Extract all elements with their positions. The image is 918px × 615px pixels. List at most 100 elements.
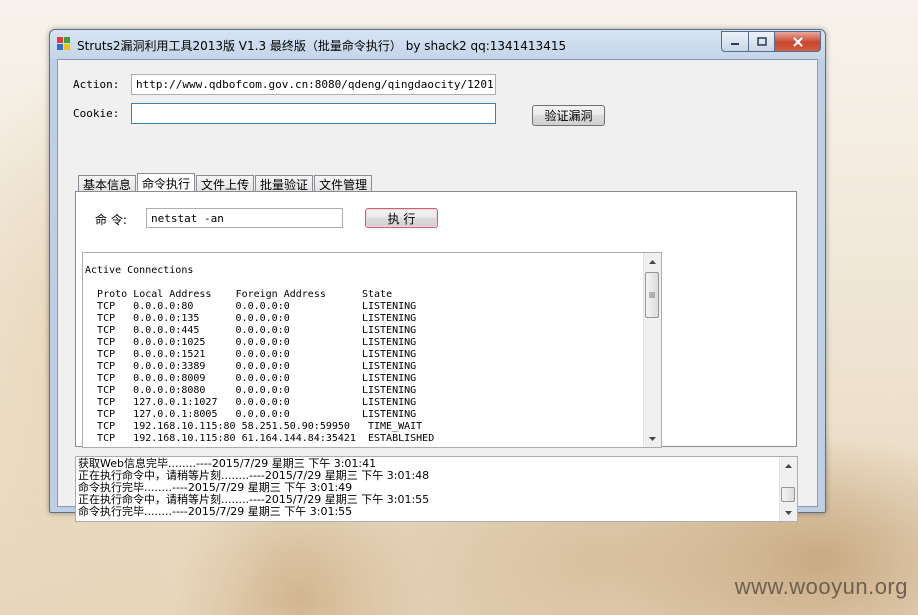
output-scrollbar[interactable] xyxy=(643,253,661,447)
output-row-cell: 0.0.0.0:1025 xyxy=(133,337,206,348)
log-scroll-up-button[interactable] xyxy=(780,457,797,474)
minimize-icon xyxy=(731,42,739,45)
scroll-up-button[interactable] xyxy=(644,253,661,270)
output-row: TCP 192.168.10.115:80 58.251.50.90:59950… xyxy=(85,421,422,432)
minimize-button[interactable] xyxy=(721,31,749,52)
output-row: TCP 0.0.0.0:135 0.0.0.0:0 LISTENING xyxy=(85,313,416,324)
status-log-lines: 获取Web信息完毕........----2015/7/29 星期三 下午 3:… xyxy=(78,458,777,518)
title-bar[interactable]: Struts2漏洞利用工具2013版 V1.3 最终版（批量命令执行） by s… xyxy=(50,30,825,58)
output-row-cell: LISTENING xyxy=(361,397,417,408)
verify-vulnerability-button[interactable]: 验证漏洞 xyxy=(532,105,605,126)
output-row-cell: 0.0.0.0:0 xyxy=(235,301,290,312)
output-row-cell: 61.164.144.84:35421 xyxy=(241,433,356,444)
maximize-button[interactable] xyxy=(749,31,775,52)
output-row-cell: TCP xyxy=(97,433,116,444)
output-row-cell: TCP xyxy=(97,361,116,372)
output-row-cell: 0.0.0.0:0 xyxy=(235,337,290,348)
command-tab-panel: 命 令: netstat -an 执 行 Active Connections … xyxy=(75,191,797,448)
log-line: 命令执行完毕........----2015/7/29 星期三 下午 3:01:… xyxy=(78,505,353,518)
output-header: Active Connections xyxy=(85,265,194,276)
log-scrollbar[interactable] xyxy=(779,457,797,521)
output-row-cell: 0.0.0.0:0 xyxy=(235,361,290,372)
output-row-cell: ESTABLISHED xyxy=(368,433,435,444)
output-row: TCP 127.0.0.1:1027 0.0.0.0:0 LISTENING xyxy=(85,397,416,408)
action-input[interactable]: http://www.qdbofcom.gov.cn:8080/qdeng/qi… xyxy=(131,74,496,95)
command-output[interactable]: Active Connections Proto Local Address F… xyxy=(82,252,662,448)
output-row: TCP 0.0.0.0:1025 0.0.0.0:0 LISTENING xyxy=(85,337,416,348)
output-row-cell: LISTENING xyxy=(361,325,417,336)
output-row-cell: LISTENING xyxy=(361,301,417,312)
output-column-header-cell: State xyxy=(362,289,393,300)
output-row-cell: LISTENING xyxy=(361,373,417,384)
output-row-cell: 0.0.0.0:8080 xyxy=(133,385,206,396)
output-row: TCP 0.0.0.0:8080 0.0.0.0:0 LISTENING xyxy=(85,385,416,396)
scroll-up-icon xyxy=(785,463,792,468)
tab-basic-info[interactable]: 基本信息 xyxy=(78,175,137,192)
maximize-icon xyxy=(756,36,767,46)
output-row-cell: 127.0.0.1:1027 xyxy=(133,397,218,408)
output-row: TCP 0.0.0.0:3389 0.0.0.0:0 LISTENING xyxy=(85,361,416,372)
output-row-cell: TCP xyxy=(97,349,116,360)
tab-file-manager[interactable]: 文件管理 xyxy=(314,175,373,192)
output-row-cell: LISTENING xyxy=(361,409,417,420)
tab-command-exec[interactable]: 命令执行 xyxy=(137,173,196,193)
output-row-cell: 0.0.0.0:0 xyxy=(235,373,290,384)
tab-strip: 基本信息 命令执行 文件上传 批量验证 文件管理 xyxy=(78,173,373,193)
output-row-cell: TIME_WAIT xyxy=(368,421,423,432)
cookie-input[interactable] xyxy=(131,103,496,124)
output-row-cell: 0.0.0.0:0 xyxy=(235,325,290,336)
output-column-header-cell: Foreign Address xyxy=(235,289,326,300)
output-row: TCP 192.168.10.115:80 61.164.144.84:3542… xyxy=(85,433,434,444)
output-row-cell: 0.0.0.0:0 xyxy=(235,313,290,324)
command-output-text: Active Connections Proto Local Address F… xyxy=(85,265,641,445)
close-icon xyxy=(792,36,803,47)
output-row: TCP 127.0.0.1:8005 0.0.0.0:0 LISTENING xyxy=(85,409,416,420)
output-row-cell: TCP xyxy=(97,325,116,336)
client-area: Action: http://www.qdbofcom.gov.cn:8080/… xyxy=(57,59,818,522)
output-column-header-cell: Local Address xyxy=(133,289,212,300)
tab-batch-verify[interactable]: 批量验证 xyxy=(255,175,314,192)
output-column-header-cell: Proto xyxy=(97,289,128,300)
action-label: Action: xyxy=(73,78,120,91)
output-row-cell: 0.0.0.0:8009 xyxy=(133,373,206,384)
log-scroll-down-button[interactable] xyxy=(780,504,797,521)
close-button[interactable] xyxy=(775,31,821,52)
command-input[interactable]: netstat -an xyxy=(146,208,343,228)
output-row: TCP 0.0.0.0:445 0.0.0.0:0 LISTENING xyxy=(85,325,416,336)
output-row-cell: 192.168.10.115:80 xyxy=(133,421,236,432)
output-column-header: Proto Local Address Foreign Address Stat… xyxy=(85,289,392,300)
app-window: Struts2漏洞利用工具2013版 V1.3 最终版（批量命令执行） by s… xyxy=(49,29,826,522)
output-row-cell: LISTENING xyxy=(361,313,417,324)
output-row-cell: 0.0.0.0:1521 xyxy=(133,349,206,360)
output-row-cell: TCP xyxy=(97,373,116,384)
output-row-cell: 0.0.0.0:0 xyxy=(235,397,290,408)
output-row-cell: 0.0.0.0:0 xyxy=(235,385,290,396)
output-row-cell: LISTENING xyxy=(361,337,417,348)
window-title: Struts2漏洞利用工具2013版 V1.3 最终版（批量命令执行） by s… xyxy=(77,39,567,53)
execute-button[interactable]: 执 行 xyxy=(365,208,438,228)
watermark-text: www.wooyun.org xyxy=(734,574,908,599)
command-label: 命 令: xyxy=(95,213,127,227)
scroll-thumb[interactable] xyxy=(645,272,659,318)
output-row-cell: TCP xyxy=(97,385,116,396)
output-row-cell: 0.0.0.0:3389 xyxy=(133,361,206,372)
scroll-down-icon xyxy=(649,436,656,441)
scroll-down-button[interactable] xyxy=(644,430,661,447)
output-row-cell: 0.0.0.0:135 xyxy=(133,313,200,324)
log-scroll-thumb[interactable] xyxy=(781,487,795,502)
output-row-cell: TCP xyxy=(97,397,116,408)
output-row: TCP 0.0.0.0:80 0.0.0.0:0 LISTENING xyxy=(85,301,416,312)
output-row-cell: 0.0.0.0:0 xyxy=(235,349,290,360)
cookie-label: Cookie: xyxy=(73,107,120,120)
status-log[interactable]: 获取Web信息完毕........----2015/7/29 星期三 下午 3:… xyxy=(75,456,798,522)
output-row-cell: 192.168.10.115:80 xyxy=(133,433,236,444)
output-row-cell: 0.0.0.0:445 xyxy=(133,325,200,336)
output-row-cell: LISTENING xyxy=(361,385,417,396)
output-row: TCP 0.0.0.0:1521 0.0.0.0:0 LISTENING xyxy=(85,349,416,360)
scroll-down-icon xyxy=(785,510,792,515)
grip-icon xyxy=(649,292,655,298)
output-row-cell: TCP xyxy=(97,337,116,348)
output-row-cell: TCP xyxy=(97,421,116,432)
output-row-cell: 0.0.0.0:0 xyxy=(235,409,290,420)
tab-file-upload[interactable]: 文件上传 xyxy=(196,175,255,192)
